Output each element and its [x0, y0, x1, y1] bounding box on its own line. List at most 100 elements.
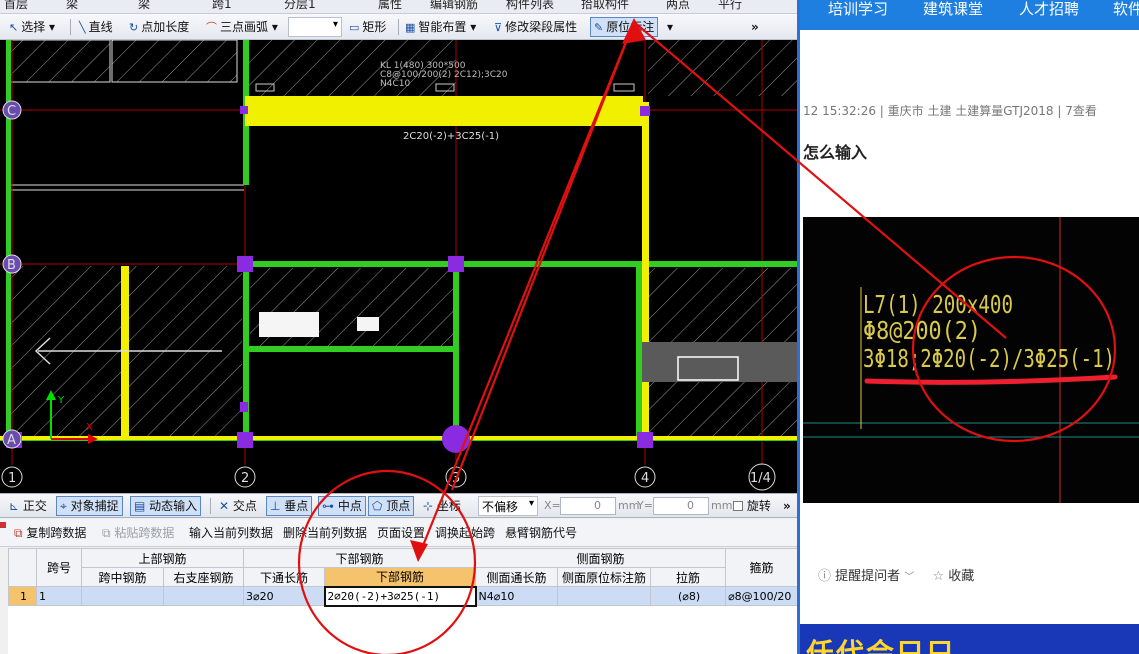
remind-asker-button[interactable]: ⓘ 提醒提问者 ﹀ [818, 565, 914, 584]
two-point-button[interactable]: 两点 [666, 0, 690, 12]
snap-toolbar: ⊾ 正交 ⌖ 对象捕捉 ▤ 动态输入 ✕ 交点 ⊥ 垂点 ⊶ 中点 ⬠ 顶点 ⊹… [0, 493, 797, 518]
stirrup-cell[interactable]: ⌀8@100/20 [725, 586, 797, 606]
nav-training[interactable]: 培训学习 [828, 0, 888, 18]
ortho-toggle[interactable]: ⊾ 正交 [6, 496, 50, 516]
axis-label-a: A [7, 433, 16, 448]
question-photo[interactable]: L7(1) 200x400 Φ8@200(2) 3Φ18;2Φ20(-2)/3Φ… [803, 217, 1139, 503]
side-rebar-group-header: 侧面钢筋 [475, 548, 727, 568]
column-header-mid: 跨中钢筋 [81, 567, 164, 587]
cad-drawing-canvas[interactable]: KL 1(480) 300*500 C8@100/200(2) 2C12);3C… [0, 39, 797, 493]
annotation-dropdown[interactable]: ▾ [664, 17, 676, 37]
toolbar-separator [70, 19, 71, 35]
rebar-table: 跨号 上部钢筋 下部钢筋 侧面钢筋 箍筋 跨中钢筋 右支座钢筋 下通长筋 下部钢… [8, 548, 797, 607]
perpendicular-snap[interactable]: ⊥ 垂点 [266, 496, 313, 516]
column[interactable] [448, 256, 464, 272]
hatched-slab [10, 40, 110, 82]
nav-software[interactable]: 软件 [1113, 0, 1139, 18]
question-actions: ⓘ 提醒提问者 ﹀ ☆ 收藏 [818, 565, 974, 584]
component-list-button[interactable]: 构件列表 [506, 0, 554, 12]
question-meta: 12 15:32:26 | 重庆市 土建 土建算量GTJ2018 | 7查看 [803, 104, 1097, 118]
snapbar-overflow-button[interactable]: » [780, 496, 794, 516]
bottom-through-rebar-cell[interactable]: 3⌀20 [243, 586, 326, 606]
paste-icon: ⧉ [102, 526, 111, 540]
arc-options-dropdown[interactable]: ▾ [288, 17, 342, 37]
floor-select[interactable]: 首层 [4, 0, 28, 12]
parallel-button[interactable]: 平行 [718, 0, 742, 12]
promo-banner[interactable]: 仸代会只只 [800, 624, 1139, 654]
tie-rebar-cell[interactable]: (⌀8) [650, 586, 727, 606]
coordinate-snap[interactable]: ⊹ 坐标 [420, 496, 464, 516]
wall-axis-1 [6, 40, 11, 440]
offset-dropdown[interactable]: 不偏移 ▾ [478, 496, 538, 516]
column[interactable] [237, 256, 253, 272]
column[interactable] [237, 432, 253, 448]
screenshot-root: 首层 梁 梁 跨1 分层1 属性 编辑钢筋 构件列表 拾取构件 两点 平行 ↖ 选… [0, 0, 1139, 654]
three-point-arc-button[interactable]: ⌒ 三点画弧 ▾ [203, 17, 281, 37]
span-select[interactable]: 跨1 [212, 0, 232, 12]
bottom-rebar-cell[interactable]: 2⌀20(-2)+3⌀25(-1) [323, 585, 477, 607]
input-current-column-button[interactable]: 输入当前列数据 [189, 524, 273, 542]
delete-current-column-button[interactable]: 删除当前列数据 [283, 524, 367, 542]
y-label: Y= [637, 499, 653, 512]
draw-toolbar: ↖ 选择 ▾ ╲ 直线 ↻ 点加长度 ⌒ 三点画弧 ▾ ▾ ▭ 矩形 ▦ 智能布置 ▾ ⊽ 修… [0, 14, 797, 40]
toolbar-overflow-button[interactable]: » [748, 17, 762, 37]
layer-select[interactable]: 分层1 [284, 0, 316, 12]
bottom-rebar-note: 2C20(-2)+3C25(-1) [403, 131, 499, 142]
edit-rebar-button[interactable]: 编辑钢筋 [430, 0, 478, 12]
column[interactable] [640, 106, 650, 116]
modify-span-properties-button[interactable]: ⊽ 修改梁段属性 [491, 17, 580, 37]
y-coordinate-input[interactable]: 0 [653, 497, 709, 515]
dynamic-input-toggle[interactable]: ▤ 动态输入 [130, 496, 202, 516]
column-header-bottom: 下部钢筋 [324, 567, 477, 587]
vertex-snap[interactable]: ⬠ 顶点 [368, 496, 415, 516]
selected-beam-kl1[interactable] [245, 96, 643, 126]
photo-text-line3: 3Φ18;2Φ20(-2)/3Φ25(-1) [863, 344, 1115, 373]
table-row[interactable]: 1 1 3⌀20 2⌀20(-2)+3⌀25(-1) N4⌀10 (⌀8) ⌀8… [8, 585, 797, 607]
side-in-situ-rebar-cell[interactable] [557, 586, 652, 606]
column[interactable] [637, 432, 653, 448]
smart-layout-button[interactable]: ▦ 智能布置 ▾ [402, 17, 479, 37]
span-grid-toolbar: ⧉ 复制跨数据 ⧉ 粘贴跨数据 输入当前列数据 删除当前列数据 页面设置 调换起… [0, 519, 797, 547]
gray-slab [642, 342, 797, 382]
pick-component-button[interactable]: 拾取构件 [581, 0, 629, 12]
point-length-button[interactable]: ↻ 点加长度 [126, 17, 192, 37]
column-header-tie: 拉筋 [650, 567, 727, 587]
object-snap-toggle[interactable]: ⌖ 对象捕捉 [56, 496, 123, 516]
column[interactable] [240, 402, 248, 412]
element-select[interactable]: 梁 [138, 0, 150, 12]
x-coordinate-input[interactable]: 0 [560, 497, 616, 515]
span-number-cell[interactable]: 1 [36, 586, 82, 606]
column-header-bottom-through: 下通长筋 [243, 567, 326, 587]
mid-rebar-cell[interactable] [81, 586, 164, 606]
checkbox-icon [733, 501, 743, 511]
header-row-1: 跨号 上部钢筋 下部钢筋 侧面钢筋 箍筋 [8, 548, 797, 587]
info-icon: ⓘ [818, 569, 832, 584]
opening-rect [259, 312, 319, 337]
select-button[interactable]: ↖ 选择 ▾ [6, 17, 58, 37]
beam-axis-4 [642, 102, 649, 440]
favorite-button[interactable]: ☆ 收藏 [932, 565, 974, 584]
side-through-rebar-cell[interactable]: N4⌀10 [475, 586, 559, 606]
swap-start-span-button[interactable]: 调换起始跨 [435, 524, 495, 542]
cantilever-code-button[interactable]: 悬臂钢筋代号 [505, 524, 577, 542]
paste-span-data-button[interactable]: ⧉ 粘贴跨数据 [102, 524, 174, 542]
column[interactable] [240, 106, 248, 114]
line-button[interactable]: ╲ 直线 [76, 17, 116, 37]
rectangle-button[interactable]: ▭ 矩形 [346, 17, 389, 37]
type-select[interactable]: 梁 [66, 0, 78, 12]
page-setup-button[interactable]: 页面设置 [377, 524, 425, 542]
nav-jobs[interactable]: 人才招聘 [1019, 0, 1079, 18]
round-column[interactable] [442, 425, 470, 453]
column-header-side-in-situ: 侧面原位标注筋 [557, 567, 652, 587]
copy-span-data-button[interactable]: ⧉ 复制跨数据 [14, 524, 86, 542]
photo-drawing: L7(1) 200x400 Φ8@200(2) 3Φ18;2Φ20(-2)/3Φ… [803, 217, 1139, 503]
nav-building-class[interactable]: 建筑课堂 [923, 0, 983, 18]
in-situ-annotation-button[interactable]: ✎ 原位标注 [590, 17, 659, 37]
photo-text-line1: L7(1) 200x400 [863, 290, 1013, 319]
midpoint-snap[interactable]: ⊶ 中点 [318, 496, 366, 516]
intersection-snap[interactable]: ✕ 交点 [216, 496, 260, 516]
vertex-icon: ⬠ [372, 499, 383, 513]
properties-button[interactable]: 属性 [378, 0, 402, 12]
right-support-rebar-cell[interactable] [162, 586, 245, 606]
rotate-checkbox[interactable]: 旋转 [730, 496, 774, 516]
